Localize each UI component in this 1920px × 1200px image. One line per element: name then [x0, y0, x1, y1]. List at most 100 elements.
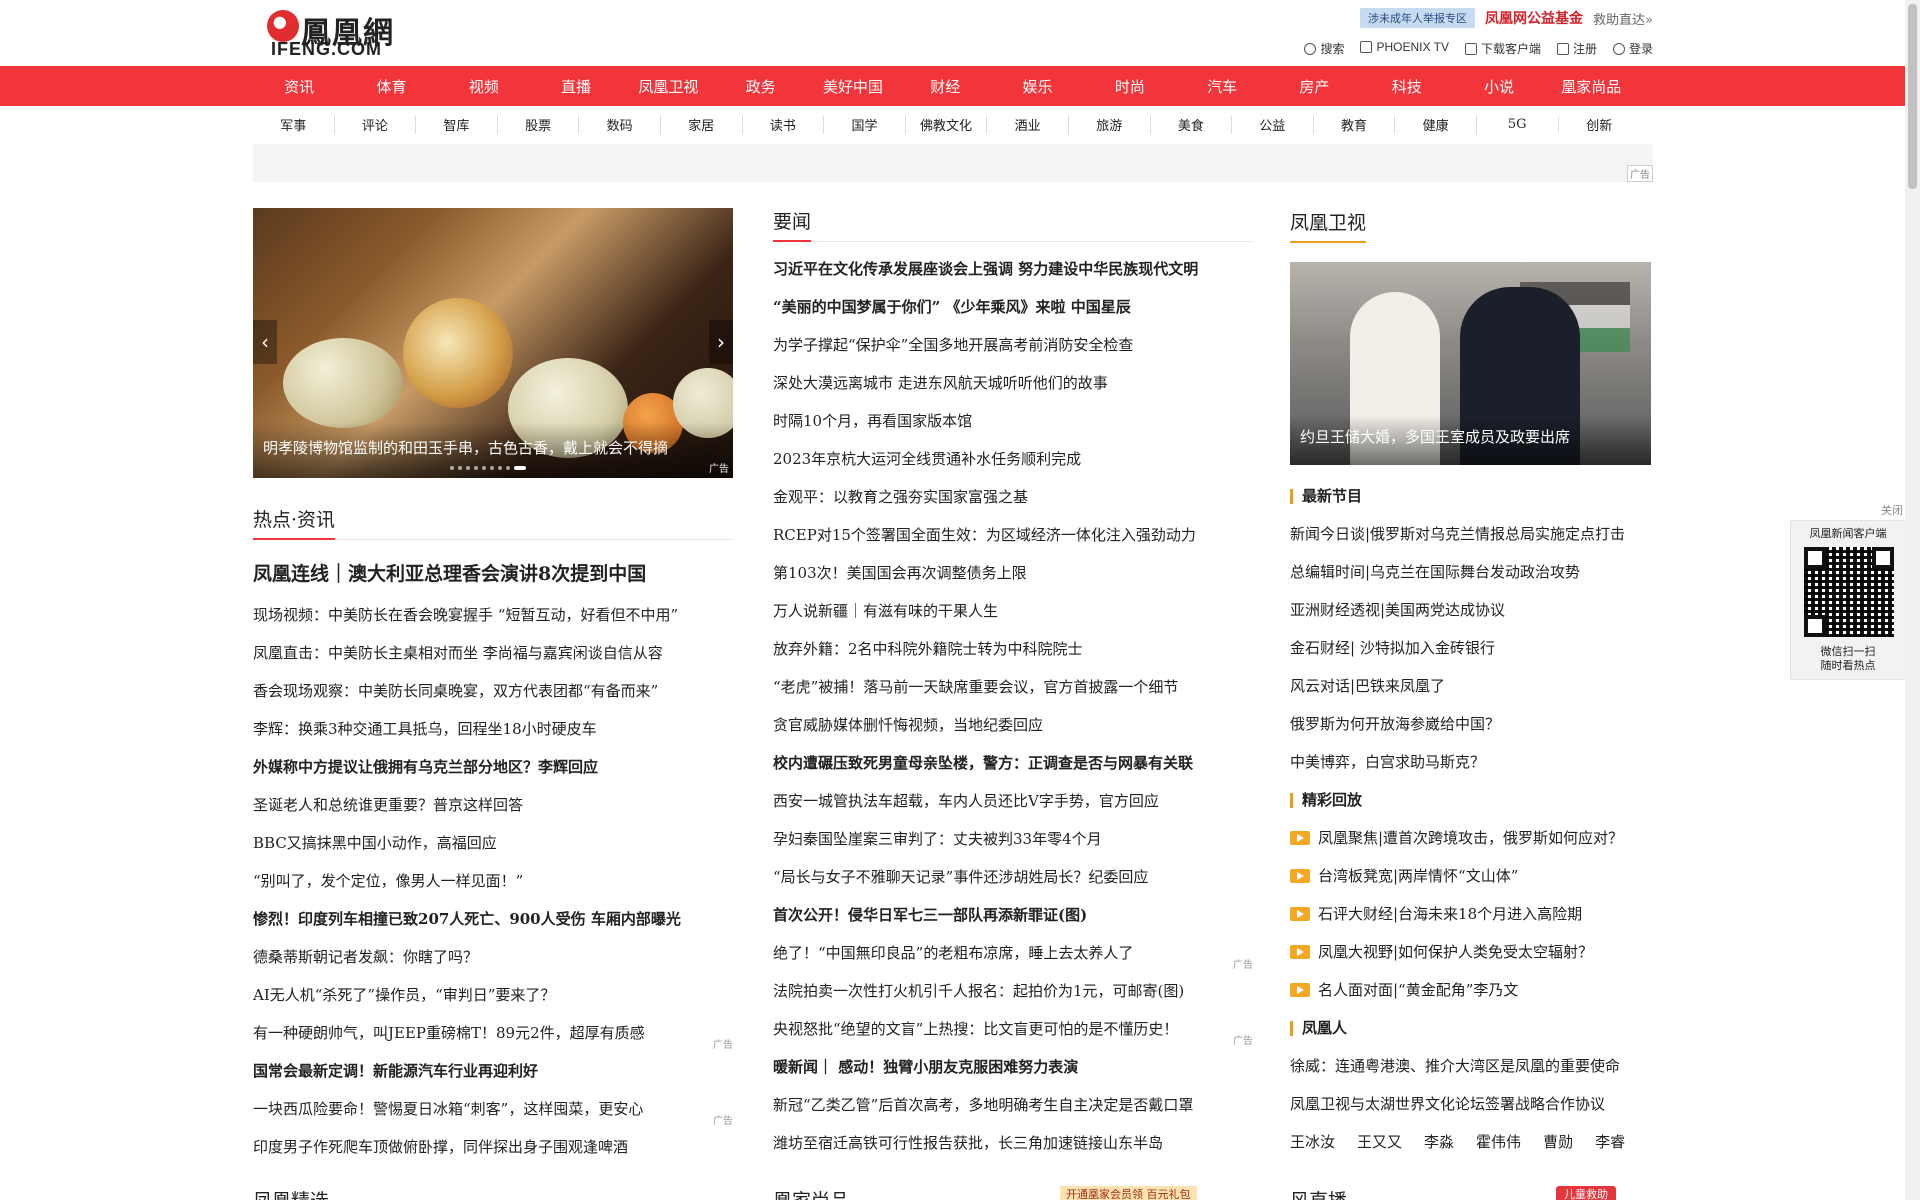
main-nav-item[interactable]: 小说 [1453, 76, 1545, 97]
slider-dot[interactable] [498, 466, 502, 470]
slider-dot[interactable] [482, 466, 486, 470]
slider-dot[interactable] [506, 466, 510, 470]
top-news-item[interactable]: RCEP对15个签署国全面生效：为区域经济一体化注入强劲动力 [773, 516, 1253, 554]
rescue-link[interactable]: 救助直达» [1593, 9, 1653, 28]
page-scrollbar[interactable] [1905, 0, 1920, 1200]
slider-dot[interactable] [474, 466, 478, 470]
sub-nav-item[interactable]: 读书 [743, 114, 825, 134]
tv-caption[interactable]: 约旦王储大婚，多国王室成员及政要出席 [1300, 426, 1570, 447]
live-section-title[interactable]: 风直播 [1290, 1186, 1347, 1200]
top-news-item[interactable]: 暖新闻｜ 感动！独臂小朋友克服困难努力表演 [773, 1048, 1253, 1086]
hot-news-item[interactable]: 圣诞老人和总统谁更重要？普京这样回答 [253, 786, 733, 824]
replay-item[interactable]: 凤凰大视野|如何保护人类免受太空辐射？ [1290, 933, 1651, 971]
latest-program-item[interactable]: 金石财经| 沙特拟加入金砖银行 [1290, 629, 1651, 667]
top-news-item[interactable]: 放弃外籍：2名中科院外籍院士转为中科院院士 [773, 630, 1253, 668]
main-nav-item[interactable]: 体育 [345, 76, 437, 97]
download-app-link[interactable]: 下载客户端 [1464, 40, 1541, 57]
hot-news-item[interactable]: 德桑蒂斯朝记者发飙：你瞎了吗？ [253, 938, 733, 976]
main-nav-item[interactable]: 凤凰卫视 [622, 76, 714, 97]
image-slider[interactable]: 明孝陵博物馆监制的和田玉手串，古色古香，戴上就会不得摘 ‹ › 广告 [253, 208, 733, 478]
latest-program-item[interactable]: 俄罗斯为何开放海参崴给中国？ [1290, 705, 1651, 743]
sub-nav-item[interactable]: 酒业 [987, 114, 1069, 134]
main-nav-item[interactable]: 房产 [1268, 76, 1360, 97]
sub-nav-item[interactable]: 评论 [335, 114, 417, 134]
hot-news-item[interactable]: 惨烈！印度列车相撞已致207人死亡、900人受伤 车厢内部曝光 [253, 900, 733, 938]
hot-news-item[interactable]: “别叫了，发个定位，像男人一样见面！” [253, 862, 733, 900]
latest-program-item[interactable]: 中美博弈，白宫求助马斯克？ [1290, 743, 1651, 781]
top-news-item[interactable]: 校内遭碾压致死男童母亲坠楼，警方：正调查是否与网暴有关联 [773, 744, 1253, 782]
top-news-item[interactable]: “局长与女子不雅聊天记录”事件还涉胡姓局长？纪委回应 [773, 858, 1253, 896]
main-nav-item[interactable]: 财经 [899, 76, 991, 97]
main-nav-item[interactable]: 美好中国 [807, 76, 899, 97]
main-nav-item[interactable]: 时尚 [1084, 76, 1176, 97]
main-nav-item[interactable]: 科技 [1361, 76, 1453, 97]
anchor-name[interactable]: 李淼 [1424, 1123, 1454, 1161]
top-news-item[interactable]: “美丽的中国梦属于你们” 《少年乘风》来啦 中国星辰 [773, 288, 1253, 326]
anchor-name[interactable]: 王又又 [1357, 1123, 1402, 1161]
main-nav-item[interactable]: 视频 [438, 76, 530, 97]
minor-report-link[interactable]: 涉未成年人举报专区 [1360, 8, 1476, 28]
search-link[interactable]: 搜索 [1304, 40, 1344, 57]
top-news-item[interactable]: 孕妇秦国坠崖案三审判了：丈夫被判33年零4个月 [773, 820, 1253, 858]
slider-dot-active[interactable] [514, 466, 526, 470]
sub-nav-item[interactable]: 创新 [1559, 115, 1641, 134]
hot-news-item[interactable]: 凤凰直击：中美防长主桌相对而坐 李尚福与嘉宾闲谈自信从容 [253, 634, 733, 672]
top-news-item[interactable]: 深处大漠远离城市 走进东风航天城听听他们的故事 [773, 364, 1253, 402]
main-nav-item[interactable]: 资讯 [253, 76, 345, 97]
sub-nav-item[interactable]: 旅游 [1069, 114, 1151, 134]
top-news-item[interactable]: 首次公开！侵华日军七三一部队再添新罪证(图) [773, 896, 1253, 934]
top-news-item[interactable]: 绝了！“中国無印良品”的老粗布凉席，睡上去太养人了 广告 [773, 934, 1253, 972]
slider-caption[interactable]: 明孝陵博物馆监制的和田玉手串，古色古香，戴上就会不得摘 [263, 437, 668, 458]
charity-link[interactable]: 凤凰网公益基金 [1485, 8, 1583, 28]
tv-feature-image[interactable]: 约旦王储大婚，多国王室成员及政要出席 [1290, 262, 1651, 465]
anchor-name[interactable]: 王冰汝 [1290, 1123, 1335, 1161]
scroll-thumb[interactable] [1908, 4, 1917, 189]
main-nav-item[interactable]: 汽车 [1176, 76, 1268, 97]
phoenix-people-item[interactable]: 凤凰卫视与太湖世界文化论坛签署战略合作协议 [1290, 1085, 1651, 1123]
main-nav-item[interactable]: 凰家尚品 [1545, 76, 1637, 97]
login-link[interactable]: 登录 [1612, 40, 1653, 57]
anchor-name[interactable]: 霍伟伟 [1476, 1123, 1521, 1161]
top-news-item[interactable]: 万人说新疆｜有滋有味的干果人生 [773, 592, 1253, 630]
ifeng-logo[interactable]: 鳳凰網 IFENG.COM [267, 8, 407, 60]
sub-nav-item[interactable]: 健康 [1395, 114, 1477, 134]
latest-program-item[interactable]: 亚洲财经透视|美国两党达成协议 [1290, 591, 1651, 629]
phoenix-tv-title[interactable]: 凤凰卫视 [1290, 208, 1367, 243]
sub-nav-item[interactable]: 家居 [661, 114, 743, 134]
hot-news-item[interactable]: 国常会最新定调！新能源汽车行业再迎利好 [253, 1052, 733, 1090]
top-news-item[interactable]: 新冠“乙类乙管”后首次高考，多地明确考生自主决定是否戴口罩 [773, 1086, 1253, 1124]
sub-nav-item[interactable]: 公益 [1232, 114, 1314, 134]
slider-next-button[interactable]: › [709, 320, 733, 364]
sub-nav-item[interactable]: 国学 [824, 114, 906, 134]
hot-news-item[interactable]: 李辉：换乘3种交通工具抵乌，回程坐18小时硬皮车 [253, 710, 733, 748]
sub-nav-item[interactable]: 股票 [498, 114, 580, 134]
sub-nav-item[interactable]: 数码 [579, 114, 661, 134]
shop-section-title[interactable]: 凰家尚品 [773, 1186, 849, 1200]
qr-close-button[interactable]: 关闭 [1881, 502, 1903, 518]
latest-program-item[interactable]: 总编辑时间|乌克兰在国际舞台发动政治攻势 [1290, 553, 1651, 591]
replay-item[interactable]: 凤凰聚焦|遭首次跨境攻击，俄罗斯如何应对？ [1290, 819, 1651, 857]
sub-nav-item[interactable]: 5G [1477, 116, 1559, 132]
sub-nav-item[interactable]: 美食 [1151, 114, 1233, 134]
sub-nav-item[interactable]: 军事 [253, 114, 335, 134]
hot-news-item[interactable]: 印度男子作死爬车顶做俯卧撑，同伴探出身子围观逢啤酒 [253, 1128, 733, 1166]
sub-nav-item[interactable]: 佛教文化 [906, 114, 988, 134]
child-aid-ribbon[interactable]: 儿童救助 [1556, 1186, 1616, 1200]
slider-prev-button[interactable]: ‹ [253, 320, 277, 364]
sub-nav-item[interactable]: 教育 [1314, 114, 1396, 134]
hot-headline[interactable]: 凤凰连线｜澳大利亚总理香会演讲8次提到中国 [253, 552, 733, 596]
main-nav-item[interactable]: 娱乐 [991, 76, 1083, 97]
top-news-item[interactable]: 潍坊至宿迁高铁可行性报告获批，长三角加速链接山东半岛 [773, 1124, 1253, 1162]
top-news-item[interactable]: 央视怒批“绝望的文盲”上热搜：比文盲更可怕的是不懂历史！ 广告 [773, 1010, 1253, 1048]
top-news-item[interactable]: 金观平：以教育之强夯实国家富强之基 [773, 478, 1253, 516]
replay-item[interactable]: 台湾板凳宽|两岸情怀“文山体” [1290, 857, 1651, 895]
hot-news-item[interactable]: 现场视频：中美防长在香会晚宴握手 “短暂互动，好看但不中用” [253, 596, 733, 634]
slider-dot[interactable] [458, 466, 462, 470]
hot-news-title[interactable]: 热点·资讯 [253, 505, 336, 540]
anchor-name[interactable]: 李睿 [1595, 1123, 1625, 1161]
top-ad-banner[interactable]: 广告 [253, 144, 1653, 182]
hot-news-item[interactable]: 外媒称中方提议让俄拥有乌克兰部分地区？李辉回应 [253, 748, 733, 786]
replay-item[interactable]: 石评大财经|台海未来18个月进入高险期 [1290, 895, 1651, 933]
top-news-item[interactable]: “老虎”被捕！落马前一天缺席重要会议，官方首披露一个细节 [773, 668, 1253, 706]
top-news-item[interactable]: 西安一城管执法车超载，车内人员还比V字手势，官方回应 [773, 782, 1253, 820]
